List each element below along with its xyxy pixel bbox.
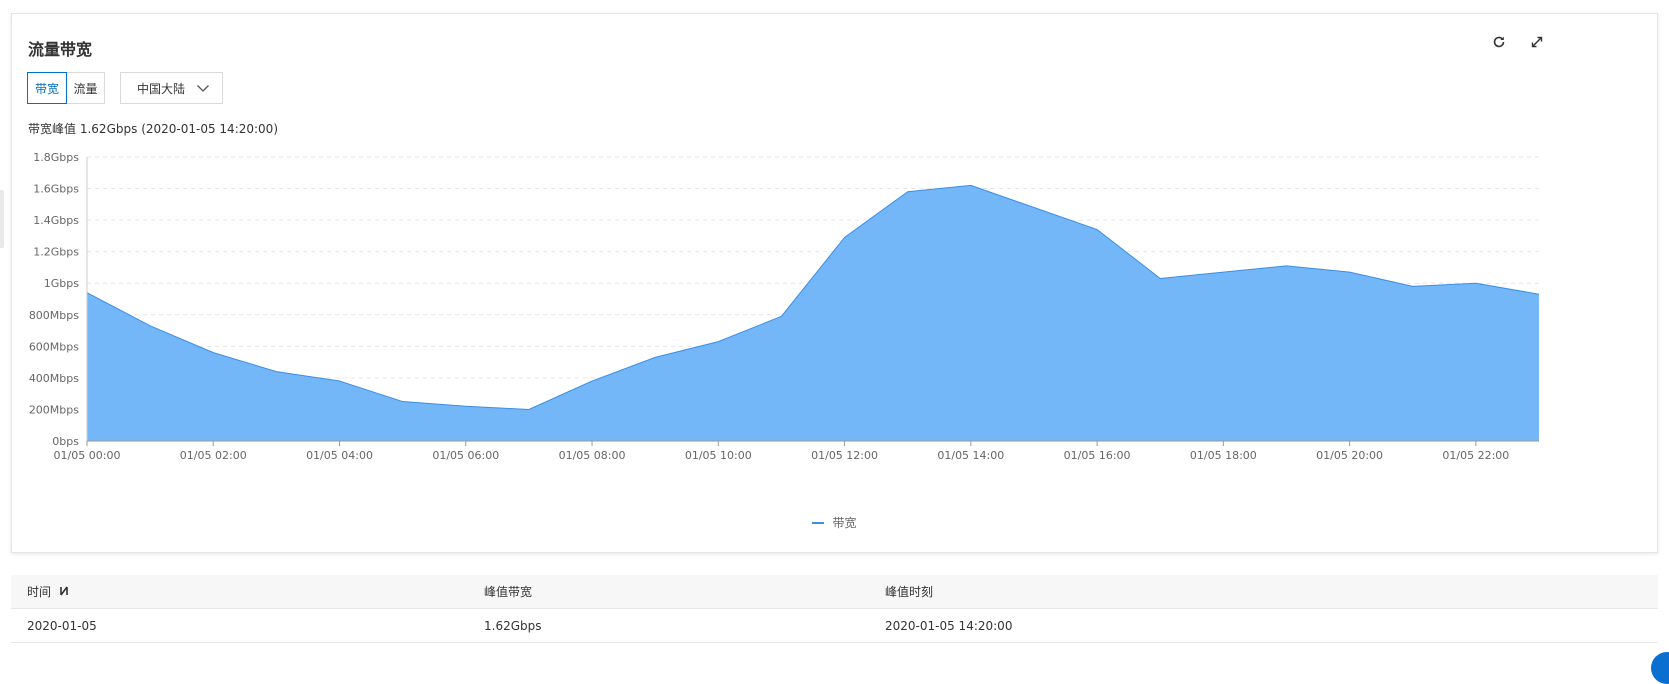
cell-time: 2020-01-05 (27, 609, 97, 643)
x-tick-label: 01/05 04:00 (306, 449, 373, 462)
y-tick-label: 400Mbps (29, 372, 79, 385)
x-tick-label: 01/05 18:00 (1190, 449, 1257, 462)
table-header: 时间 峰值带宽 峰值时刻 (11, 575, 1658, 609)
peak-table: 时间 峰值带宽 峰值时刻 2020-01-05 1.62Gbps 2020-01… (11, 575, 1658, 643)
help-badge[interactable] (1651, 652, 1669, 684)
y-tick-label: 1.4Gbps (33, 214, 79, 227)
cell-peak-time: 2020-01-05 14:20:00 (885, 609, 1012, 643)
x-tick-label: 01/05 06:00 (432, 449, 499, 462)
y-tick-label: 800Mbps (29, 309, 79, 322)
column-header-peak-bandwidth: 峰值带宽 (484, 575, 532, 609)
x-tick-label: 01/05 00:00 (54, 449, 121, 462)
y-tick-label: 600Mbps (29, 340, 79, 353)
x-tick-label: 01/05 22:00 (1442, 449, 1509, 462)
chart-legend[interactable]: 带宽 (12, 514, 1657, 531)
column-header-peak-time: 峰值时刻 (885, 575, 933, 609)
x-tick-label: 01/05 08:00 (559, 449, 626, 462)
x-tick-label: 01/05 14:00 (937, 449, 1004, 462)
legend-swatch (812, 522, 824, 524)
bandwidth-card: 流量带宽 带宽 流量 中国大陆 带宽峰值 1.62Gbps (2020-01-0… (11, 13, 1658, 553)
y-tick-label: 200Mbps (29, 403, 79, 416)
bandwidth-area-chart: 0bps 200Mbps 400Mbps 600Mbps 800Mbps 1Gbps 1.2… (12, 14, 1657, 494)
y-tick-label: 1.6Gbps (33, 183, 79, 196)
table-row: 2020-01-05 1.62Gbps 2020-01-05 14:20:00 (11, 609, 1658, 643)
column-header-time[interactable]: 时间 (27, 575, 69, 609)
x-tick-label: 01/05 02:00 (180, 449, 247, 462)
y-tick-label: 1.2Gbps (33, 246, 79, 259)
y-tick-label: 0bps (52, 435, 79, 448)
x-tick-label: 01/05 16:00 (1064, 449, 1131, 462)
series-area-bandwidth (87, 185, 1539, 441)
x-tick-label: 01/05 10:00 (685, 449, 752, 462)
column-header-time-label: 时间 (27, 585, 51, 599)
side-collapse-tab[interactable] (0, 190, 4, 248)
x-tick-label: 01/05 20:00 (1316, 449, 1383, 462)
cell-peak-bandwidth: 1.62Gbps (484, 609, 542, 643)
y-tick-label: 1Gbps (44, 277, 79, 290)
x-tick-label: 01/05 12:00 (811, 449, 878, 462)
tab-bandwidth[interactable]: 带宽 (27, 72, 67, 104)
legend-label: 带宽 (832, 514, 856, 531)
y-tick-label: 1.8Gbps (33, 151, 79, 164)
sort-icon[interactable] (59, 576, 69, 610)
